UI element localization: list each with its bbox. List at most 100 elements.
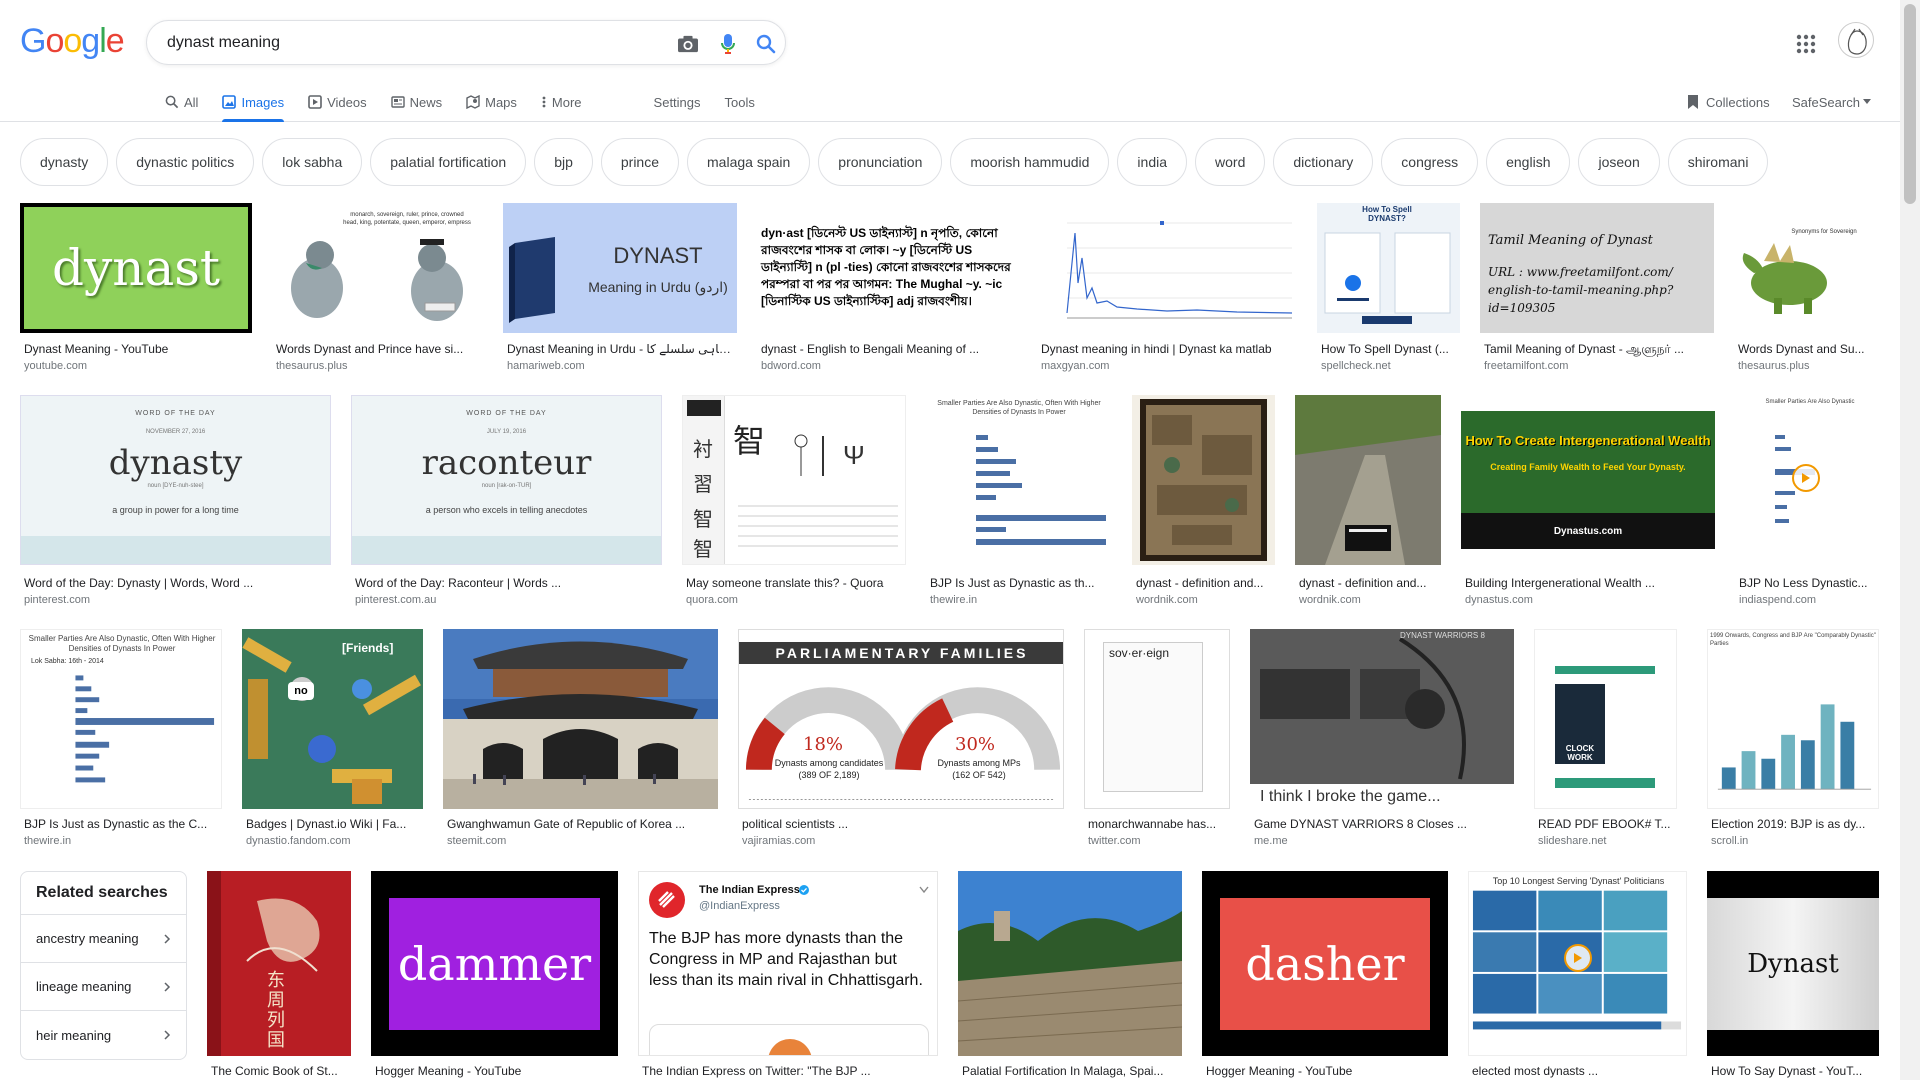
image-result[interactable]: [Friends] no Badges | Dynast.io Wiki | F… [242,629,423,851]
chip[interactable]: dynastic politics [116,138,255,186]
related-search-item[interactable]: heir meaning [21,1011,186,1059]
result-source[interactable]: dynastio.fandom.com [246,835,421,847]
chip[interactable]: word [1195,138,1266,186]
result-title[interactable]: dynast - definition and... [1136,576,1273,590]
chip[interactable]: dictionary [1273,138,1374,186]
result-title[interactable]: Word of the Day: Raconteur | Words ... [355,576,660,590]
microphone-icon[interactable] [715,31,741,57]
result-source[interactable]: steemit.com [447,835,716,847]
image-result[interactable]: PARLIAMENTARY FAMILIES 18% Dynasts among… [738,629,1064,851]
result-source[interactable]: freetamilfont.com [1484,360,1712,372]
image-result[interactable]: How To Spell DYNAST? How To Spell Dynast… [1317,203,1460,373]
tab-maps[interactable]: Maps [466,82,517,122]
image-result[interactable]: dammer Hogger Meaning - YouTube [371,871,618,1080]
image-result[interactable]: The Indian Express @IndianExpress The BJ… [638,871,938,1080]
chip[interactable]: palatial fortification [370,138,527,186]
account-avatar[interactable] [1838,22,1874,58]
image-result[interactable]: 1999 Onwards, Congress and BJP Are "Comp… [1707,629,1879,851]
chip[interactable]: dynasty [20,138,109,186]
result-source[interactable]: thesaurus.plus [276,360,481,372]
image-result[interactable]: dyn·ast [ডিনেস্ট US ডাইন্যাস্ট] n নৃপতি,… [757,203,1017,373]
image-result[interactable]: Smaller Parties Are Also Dynastic BJP No… [1735,395,1879,607]
result-title[interactable]: The Comic Book of St... [211,1064,349,1078]
result-source[interactable]: dynastus.com [1465,594,1713,606]
result-source[interactable]: thesaurus.plus [1738,360,1877,372]
result-source[interactable]: wordnik.com [1136,594,1273,606]
tab-videos[interactable]: Videos [308,82,367,122]
chip[interactable]: malaga spain [687,138,811,186]
result-title[interactable]: BJP Is Just as Dynastic as th... [930,576,1110,590]
result-source[interactable]: pinterest.com [24,594,329,606]
search-input[interactable] [167,31,627,55]
tab-settings[interactable]: Settings [654,82,701,122]
image-result[interactable]: Smaller Parties Are Also Dynastic, Often… [926,395,1112,607]
tab-all[interactable]: All [165,82,198,122]
result-title[interactable]: READ PDF EBOOK# T... [1538,817,1675,831]
image-result[interactable]: Palatial Fortification In Malaga, Spai..… [958,871,1182,1080]
image-result[interactable]: CLOCK WORK READ PDF EBOOK# T... slidesha… [1534,629,1677,851]
tab-images[interactable]: Images [222,82,284,122]
result-source[interactable]: thewire.in [930,594,1110,606]
tab-news[interactable]: News [390,82,442,122]
result-title[interactable]: political scientists ... [742,817,1062,831]
result-source[interactable]: quora.com [686,594,904,606]
scrollbar-thumb[interactable] [1904,4,1916,204]
tab-more[interactable]: More [541,82,582,122]
image-result[interactable]: DYNAST WARRIORS 8 I think I broke the ga… [1250,629,1514,851]
result-title[interactable]: Word of the Day: Dynasty | Words, Word .… [24,576,329,590]
result-title[interactable]: Hogger Meaning - YouTube [375,1064,616,1078]
result-title[interactable]: dynast - English to Bengali Meaning of .… [761,342,1015,356]
vertical-scrollbar[interactable] [1900,0,1920,1080]
image-result[interactable]: How To Create Intergenerational Wealth C… [1461,395,1715,607]
related-search-item[interactable]: ancestry meaning [21,915,186,963]
result-title[interactable]: Badges | Dynast.io Wiki | Fa... [246,817,421,831]
image-result[interactable]: Synonyms for Sovereign Words Dynast and … [1734,203,1879,373]
chip[interactable]: joseon [1578,138,1660,186]
image-result[interactable]: Smaller Parties Are Also Dynastic, Often… [20,629,222,851]
result-source[interactable]: pinterest.com.au [355,594,660,606]
safesearch-menu[interactable]: SafeSearch [1792,82,1871,122]
result-source[interactable]: maxgyan.com [1041,360,1295,372]
chip[interactable]: congress [1381,138,1479,186]
result-title[interactable]: Gwanghwamun Gate of Republic of Korea ..… [447,817,716,831]
chip[interactable]: shiromani [1667,138,1769,186]
result-title[interactable]: Dynast Meaning in Urdu - شاہی سلسلے کا .… [507,342,735,356]
image-result[interactable]: 智 衬習智智 Ψ May someone translate this? - Qu… [682,395,906,607]
chip[interactable]: india [1117,138,1188,186]
result-title[interactable]: Words Dynast and Prince have si... [276,342,481,356]
image-result[interactable]: Dynast How To Say Dynast - YouT... [1707,871,1879,1080]
result-title[interactable]: BJP No Less Dynastic... [1739,576,1877,590]
result-source[interactable]: wordnik.com [1299,594,1439,606]
chip[interactable]: bjp [534,138,593,186]
result-title[interactable]: Dynast meaning in hindi | Dynast ka matl… [1041,342,1295,356]
result-title[interactable]: Palatial Fortification In Malaga, Spai..… [962,1064,1180,1078]
result-title[interactable]: elected most dynasts ... [1472,1064,1685,1078]
collections-link[interactable]: Collections [1686,82,1770,122]
result-title[interactable]: Words Dynast and Su... [1738,342,1877,356]
result-source[interactable]: spellcheck.net [1321,360,1458,372]
result-title[interactable]: May someone translate this? - Quora [686,576,904,590]
result-source[interactable]: bdword.com [761,360,1015,372]
google-logo[interactable]: Google [20,22,125,61]
image-result[interactable]: WORD OF THE DAY NOVEMBER 27, 2016 dynast… [20,395,331,607]
search-icon[interactable] [753,31,779,57]
result-title[interactable]: Election 2019: BJP is as dy... [1711,817,1877,831]
result-title[interactable]: BJP Is Just as Dynastic as the C... [24,817,220,831]
image-result[interactable]: DYNAST Meaning in Urdu (اردو) Dynast Mea… [503,203,737,373]
tab-tools[interactable]: Tools [725,82,755,122]
image-result[interactable]: Gwanghwamun Gate of Republic of Korea ..… [443,629,718,851]
image-result[interactable]: 东周列国 The Comic Book of St... [207,871,351,1080]
search-box[interactable] [146,20,786,65]
result-title[interactable]: Dynast Meaning - YouTube [24,342,250,356]
result-title[interactable]: How To Say Dynast - YouT... [1711,1064,1877,1078]
result-source[interactable]: hamariweb.com [507,360,735,372]
result-title[interactable]: How To Spell Dynast (... [1321,342,1458,356]
image-result[interactable]: monarch, sovereign, ruler, prince, crown… [272,203,483,373]
chip[interactable]: lok sabha [262,138,363,186]
result-source[interactable]: thewire.in [24,835,220,847]
image-result[interactable]: dasher Hogger Meaning - YouTube [1202,871,1448,1080]
result-source[interactable]: vajiramias.com [742,835,1062,847]
result-source[interactable]: indiaspend.com [1739,594,1877,606]
chip[interactable]: english [1486,138,1571,186]
result-title[interactable]: monarchwannabe has... [1088,817,1228,831]
